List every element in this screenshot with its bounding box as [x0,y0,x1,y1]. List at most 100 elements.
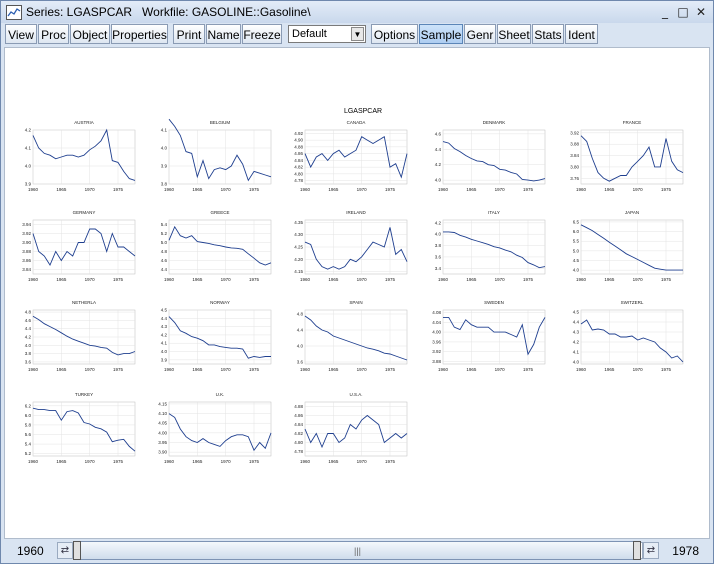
sheet-button[interactable]: Sheet [497,24,531,44]
grip-icon: ||| [354,546,362,556]
xtick-label: 1960 [438,277,449,282]
ytick-label: 4.86 [294,151,303,156]
sample-end-label: 1978 [672,544,699,558]
xtick-label: 1965 [328,187,339,192]
xtick-label: 1970 [85,459,96,464]
ytick-label: 5.0 [573,248,580,253]
plot-frame-belgium [168,129,272,185]
xtick-label: 1965 [56,367,67,372]
ytick-label: 4.0 [25,343,32,348]
ytick-label: 4.88 [294,404,303,409]
ytick-label: 4.1 [25,146,32,151]
panel-france: FRANCE 3.76 3.80 3.84 3.88 3.92 1960 1965 1970 19… [570,120,684,192]
title-bar[interactable]: Series: LGASPCAR Workfile: GASOLINE::Gas… [1,1,713,23]
sample-button[interactable]: Sample [419,24,463,44]
ytick-label: 4.3 [573,330,580,335]
plot-frame-denmark [442,129,546,185]
proc-button[interactable]: Proc [38,24,69,44]
plot-frame-canada [304,129,408,185]
ytick-label: 4.86 [294,413,303,418]
freeze-button[interactable]: Freeze [242,24,282,44]
ytick-label: 4.0 [435,178,442,183]
panel-title-ireland: IRELAND [346,210,366,215]
ytick-label: 3.90 [158,450,167,455]
scroll-left-icon[interactable]: ⇄ [57,542,73,559]
ytick-label: 4.15 [294,269,303,274]
xtick-label: 1970 [357,187,368,192]
ytick-label: 3.95 [158,440,167,445]
xtick-label: 1960 [164,459,175,464]
ytick-label: 4.82 [294,431,303,436]
panel-title-netherla: NETHERLA [72,300,96,305]
xtick-label: 1975 [113,367,124,372]
xtick-label: 1970 [633,277,644,282]
xtick-label: 1970 [221,277,232,282]
xtick-label: 1965 [604,187,615,192]
print-button[interactable]: Print [173,24,205,44]
panel-title-turkey: TURKEY [75,392,93,397]
view-mode-dropdown[interactable]: Default ▼ [288,25,366,43]
xtick-label: 1970 [85,277,96,282]
ytick-label: 3.84 [22,267,31,272]
stats-button[interactable]: Stats [532,24,564,44]
ytick-label: 3.8 [25,351,32,356]
ytick-label: 4.3 [161,324,168,329]
xtick-label: 1975 [523,187,534,192]
name-button[interactable]: Name [206,24,241,44]
plot-frame-greece [168,219,272,275]
ytick-label: 4.92 [294,131,303,136]
ytick-label: 4.35 [294,220,303,225]
ytick-label: 4.05 [158,421,167,426]
ident-button[interactable]: Ident [565,24,598,44]
xtick-label: 1965 [56,277,67,282]
chevron-down-icon[interactable]: ▼ [351,27,364,41]
genr-button[interactable]: Genr [464,24,496,44]
ytick-label: 3.88 [570,142,579,147]
properties-button[interactable]: Properties [111,24,168,44]
ytick-label: 5.2 [161,231,168,236]
xtick-label: 1970 [85,367,96,372]
panel-title-france: FRANCE [623,120,642,125]
sample-start-handle[interactable] [73,541,81,560]
object-button[interactable]: Object [70,24,110,44]
ytick-label: 4.1 [161,341,168,346]
maximize-button[interactable]: □ [675,4,691,20]
xtick-label: 1970 [357,277,368,282]
ytick-label: 5.4 [161,222,168,227]
ytick-label: 4.4 [297,328,304,333]
sample-start-label: 1960 [17,544,44,558]
xtick-label: 1960 [164,367,175,372]
ytick-label: 4.15 [158,401,167,406]
ytick-label: 6.5 [573,219,580,224]
panel-title-switzerl: SWITZERL [621,300,644,305]
xtick-label: 1975 [249,187,260,192]
series-window: Series: LGASPCAR Workfile: GASOLINE::Gas… [0,0,714,564]
view-button[interactable]: View [5,24,37,44]
sample-scroll-thumb[interactable]: ||| [73,541,639,560]
options-button[interactable]: Options [371,24,418,44]
ytick-label: 4.4 [161,316,168,321]
scroll-right-icon[interactable]: ⇄ [643,542,659,559]
ytick-label: 6.2 [25,403,32,408]
ytick-label: 5.4 [25,442,32,447]
panel-japan: JAPAN 4.0 4.5 5.0 5.5 6.0 6.5 1960 1965 1970 1975 [573,210,684,282]
ytick-label: 4.0 [161,146,168,151]
minimize-button[interactable]: _ [657,4,673,20]
xtick-label: 1965 [466,367,477,372]
xtick-label: 1960 [164,277,175,282]
xtick-label: 1975 [249,367,260,372]
xtick-label: 1975 [113,277,124,282]
close-button[interactable]: ✕ [693,4,709,20]
xtick-label: 1970 [633,367,644,372]
ytick-label: 4.84 [294,422,303,427]
graph-area[interactable]: LGASPCAR AUSTRIA 3.9 4.0 4.1 4.2 1960 1965 1970… [4,47,710,539]
ytick-label: 4.0 [297,344,304,349]
ytick-label: 5.0 [161,240,168,245]
plot-frame-spain [304,309,408,365]
sample-end-handle[interactable] [633,541,641,560]
xtick-label: 1965 [192,367,203,372]
xtick-label: 1960 [28,367,39,372]
ytick-label: 4.5 [573,258,580,263]
panel-austria: AUSTRIA 3.9 4.0 4.1 4.2 1960 1965 1970 1975 [25,120,136,192]
xtick-label: 1965 [192,187,203,192]
